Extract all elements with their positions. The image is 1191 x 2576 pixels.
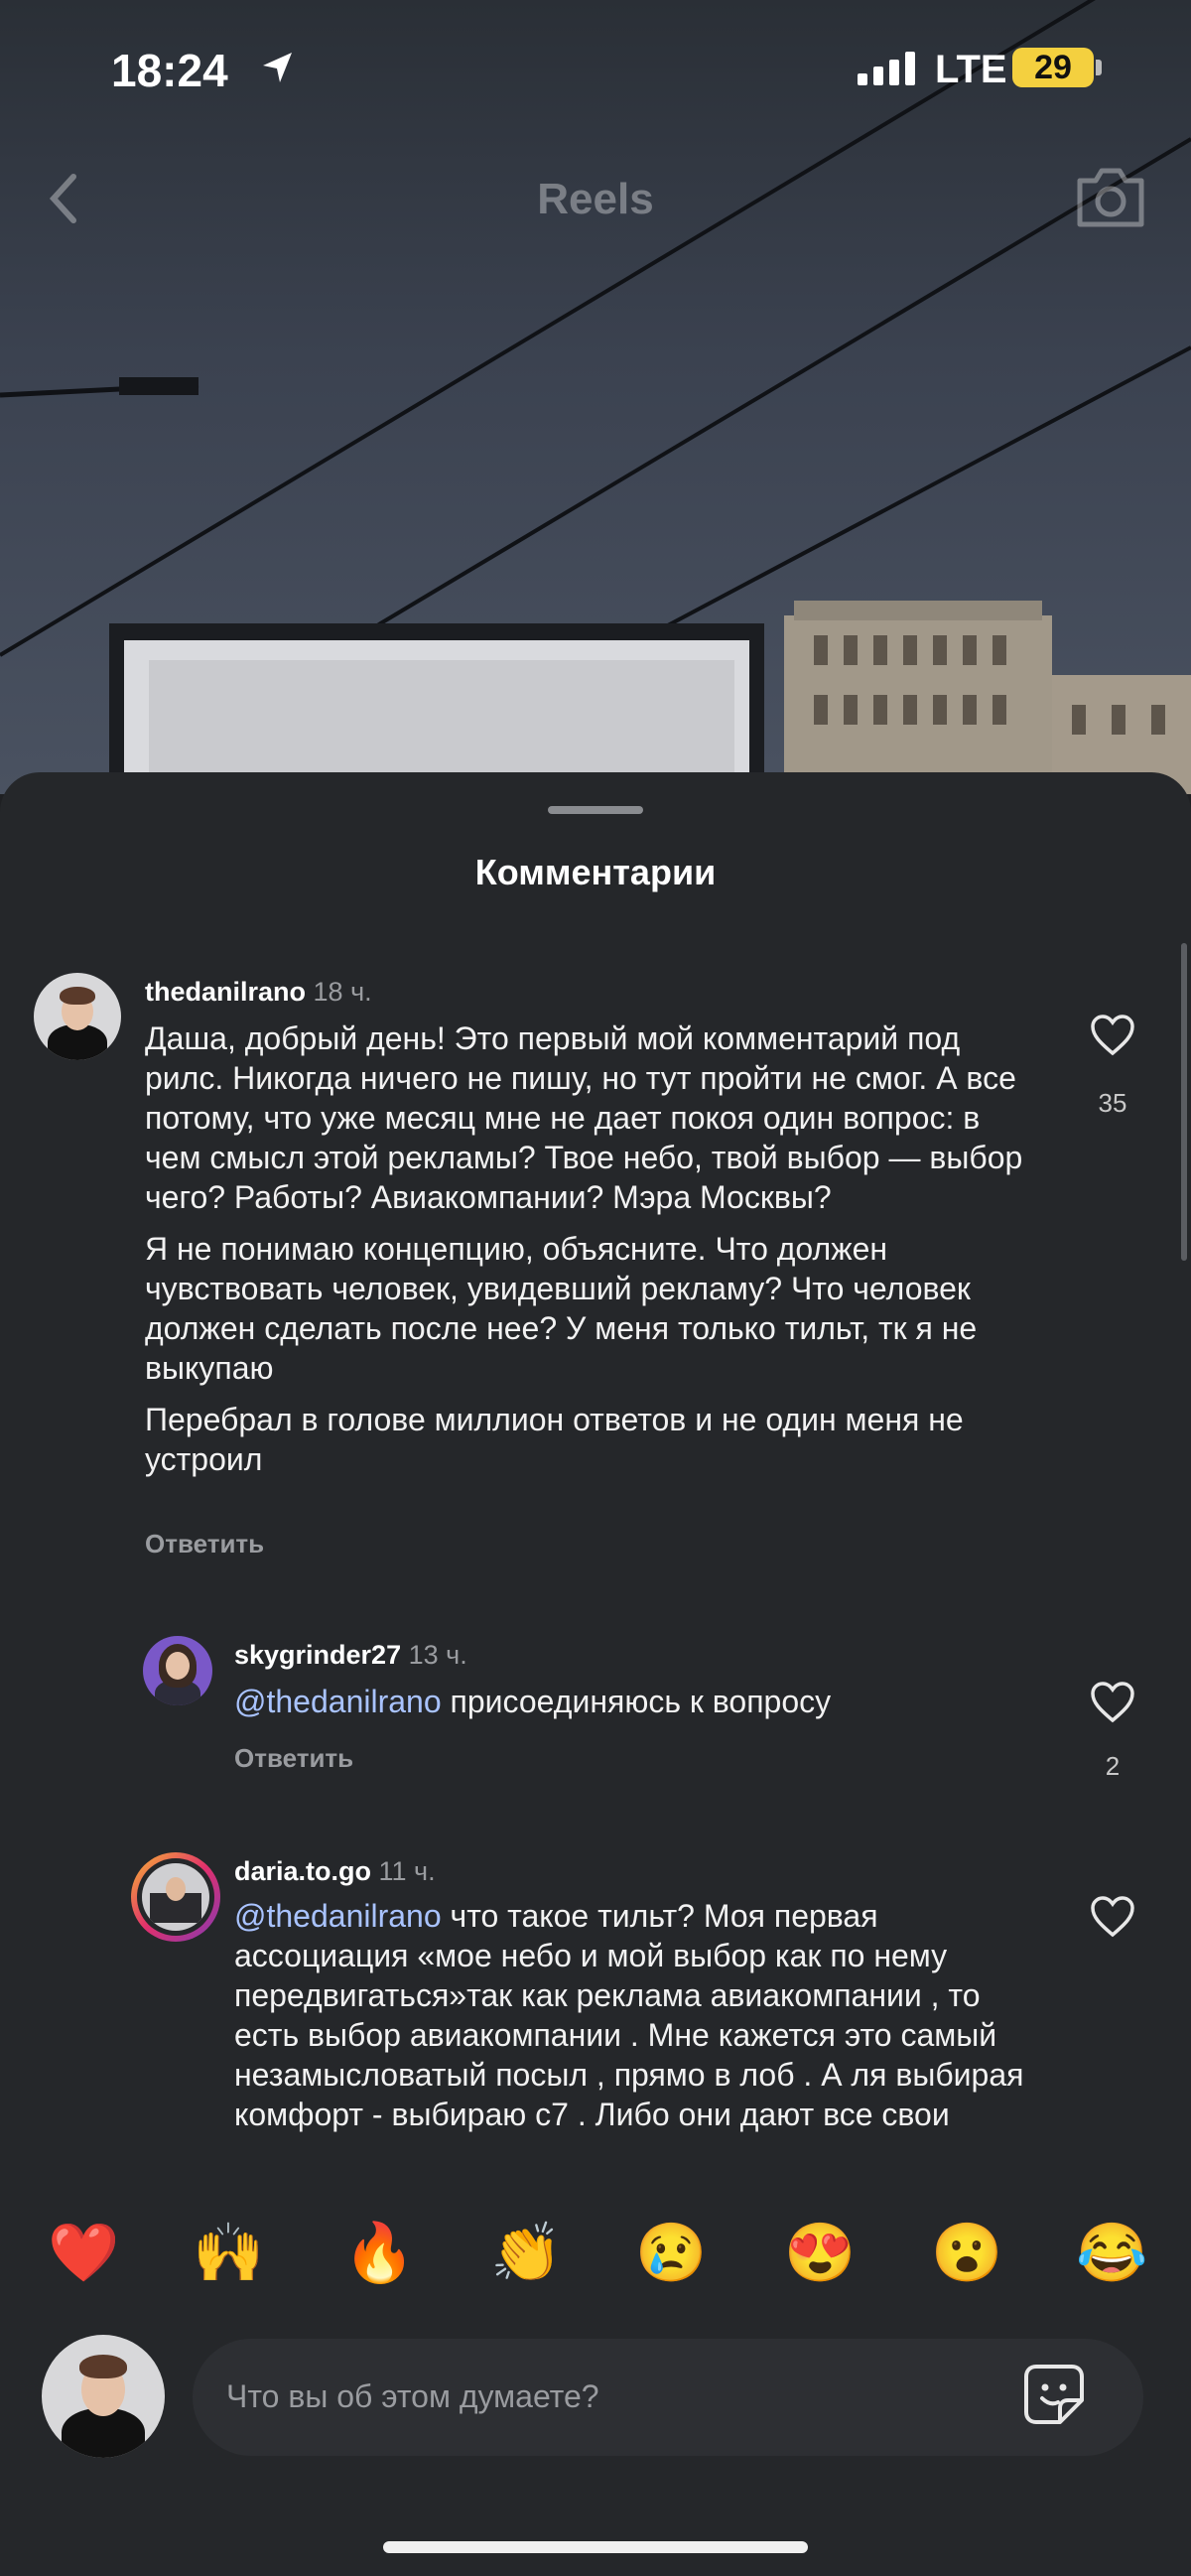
comment-username[interactable]: skygrinder27 13 ч.: [234, 1640, 467, 1671]
reply-button[interactable]: Ответить: [145, 1529, 264, 1559]
heart-icon[interactable]: [1090, 1682, 1135, 1723]
comment-input-placeholder: Что вы об этом думаете?: [226, 2378, 599, 2414]
location-arrow-icon: [263, 53, 292, 82]
avatar[interactable]: [34, 973, 121, 1060]
comment-paragraph: Даша, добрый день! Это первый мой коммен…: [145, 1020, 1023, 1215]
username-text[interactable]: daria.to.go: [234, 1856, 371, 1886]
like-count: 35: [1098, 1088, 1127, 1118]
emoji-reaction-bar: ❤️ 🙌 🔥 👏 😢 😍 😮 😂: [0, 2214, 1191, 2293]
emoji-clapping[interactable]: 👏: [490, 2214, 562, 2293]
comment-paragraph: Я не понимаю концепцию, объясните. Что д…: [145, 1231, 978, 1386]
comment-text: @thedanilrano что такое тильт? Моя перва…: [234, 1896, 1048, 2164]
signal-bars-icon: [858, 52, 915, 85]
comment-time: 18 ч.: [313, 977, 372, 1007]
emoji-raised-hands[interactable]: 🙌: [193, 2214, 264, 2293]
scrollbar[interactable]: [1181, 943, 1187, 1261]
battery-level: 29: [1012, 48, 1094, 87]
username-text[interactable]: skygrinder27: [234, 1640, 401, 1670]
page-title: Reels: [537, 175, 654, 223]
comment-text: @thedanilrano присоединяюсь к вопросу: [234, 1682, 1048, 1721]
emoji-crying[interactable]: 😢: [635, 2214, 707, 2293]
avatar[interactable]: [143, 1636, 212, 1705]
like-count: 2: [1105, 1751, 1121, 1781]
emoji-laughing[interactable]: 😂: [1076, 2214, 1147, 2293]
emoji-surprised[interactable]: 😮: [931, 2214, 1002, 2293]
status-bar: 18:24 LTE 29: [0, 0, 1191, 139]
comment-time: 11 ч.: [378, 1856, 436, 1886]
camera-icon[interactable]: [1074, 163, 1147, 230]
sticker-icon[interactable]: [1022, 2363, 1086, 2426]
mention-link[interactable]: @thedanilrano: [234, 1684, 442, 1719]
sheet-title: Комментарии: [474, 852, 717, 892]
comment-body: присоединяюсь к вопросу: [441, 1684, 832, 1719]
battery-icon: [1096, 60, 1102, 75]
emoji-heart[interactable]: ❤️: [48, 2214, 119, 2293]
list-fade: [0, 2154, 1191, 2184]
home-indicator[interactable]: [383, 2541, 808, 2553]
network-type: LTE: [935, 48, 1007, 91]
status-time: 18:24: [111, 45, 228, 96]
comment-text: Даша, добрый день! Это первый мой коммен…: [145, 1018, 1038, 1491]
reply-button[interactable]: Ответить: [234, 1743, 353, 1774]
sheet-drag-handle[interactable]: [548, 806, 643, 814]
comment-time: 13 ч.: [408, 1640, 467, 1670]
emoji-fire[interactable]: 🔥: [343, 2214, 415, 2293]
emoji-heart-eyes[interactable]: 😍: [784, 2214, 856, 2293]
comment-username[interactable]: thedanilrano 18 ч.: [145, 977, 372, 1008]
username-text[interactable]: thedanilrano: [145, 977, 306, 1007]
heart-icon[interactable]: [1090, 1896, 1135, 1938]
heart-icon[interactable]: [1090, 1015, 1135, 1056]
comment-paragraph: Перебрал в голове миллион ответов и не о…: [145, 1402, 964, 1477]
comment-username[interactable]: daria.to.go 11 ч.: [234, 1856, 436, 1887]
my-avatar: [42, 2335, 165, 2458]
story-ring-avatar[interactable]: [131, 1852, 220, 1942]
mention-link[interactable]: @thedanilrano: [234, 1898, 442, 1934]
